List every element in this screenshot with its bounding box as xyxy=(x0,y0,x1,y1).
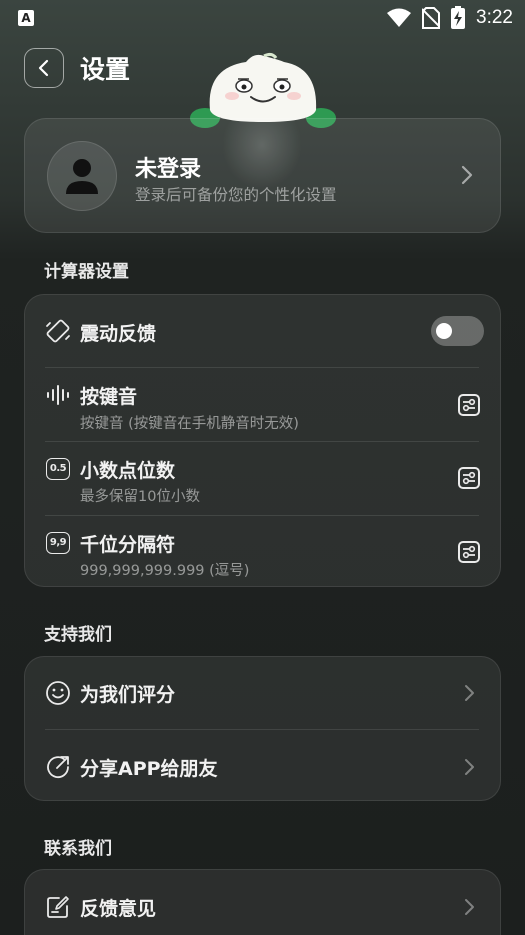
toggle-knob xyxy=(436,323,452,339)
sliders-settings-icon[interactable] xyxy=(458,467,480,489)
status-time: 3:22 xyxy=(476,7,513,28)
separator-icon: 9,9 xyxy=(43,528,73,558)
chevron-right-icon xyxy=(465,759,474,775)
back-button[interactable] xyxy=(24,48,64,88)
profile-name: 未登录 xyxy=(135,157,202,182)
key-sound-subtitle: 按键音 (按键音在手机静音时无效) xyxy=(80,416,299,432)
header: 设置 xyxy=(24,48,130,88)
vibration-toggle[interactable] xyxy=(431,316,484,346)
rate-us-row[interactable]: 为我们评分 xyxy=(25,657,502,729)
thousands-separator-label: 千位分隔符 xyxy=(80,534,176,556)
setting-row-decimal-places[interactable]: 0.5 小数点位数 最多保留10位小数 xyxy=(25,442,502,515)
feedback-label: 反馈意见 xyxy=(80,898,157,920)
status-bar: A 3:22 xyxy=(0,0,525,36)
sliders-settings-icon[interactable] xyxy=(458,394,480,416)
feedback-edit-icon xyxy=(43,892,73,922)
share-icon xyxy=(43,752,73,782)
chevron-right-icon xyxy=(461,165,473,185)
battery-charging-icon xyxy=(451,6,466,29)
decimal-places-subtitle: 最多保留10位小数 xyxy=(80,489,200,505)
share-app-label: 分享APP给朋友 xyxy=(80,758,218,780)
vibration-label: 震动反馈 xyxy=(80,323,157,345)
decimal-icon: 0.5 xyxy=(43,454,73,484)
calculator-settings-card: 震动反馈 按键音 按键音 (按键音在手机静音时无效) 0.5 小数点位数 最多保… xyxy=(24,294,501,587)
setting-row-vibration[interactable]: 震动反馈 xyxy=(25,295,502,368)
rate-us-label: 为我们评分 xyxy=(80,684,176,706)
thousands-separator-subtitle: 999,999,999.999 (逗号) xyxy=(80,563,250,579)
status-indicators: 3:22 xyxy=(386,6,513,30)
user-icon xyxy=(66,159,98,194)
decimal-places-label: 小数点位数 xyxy=(80,460,176,482)
sound-wave-icon xyxy=(43,380,73,410)
profile-subtitle: 登录后可备份您的个性化设置 xyxy=(135,186,337,204)
section-title-support: 支持我们 xyxy=(44,625,112,645)
profile-card[interactable]: 未登录 登录后可备份您的个性化设置 xyxy=(24,118,501,233)
share-app-row[interactable]: 分享APP给朋友 xyxy=(25,730,502,802)
contact-card: 反馈意见 xyxy=(24,869,501,935)
setting-row-key-sound[interactable]: 按键音 按键音 (按键音在手机静音时无效) xyxy=(25,368,502,442)
chevron-left-icon xyxy=(38,59,49,77)
vibration-icon xyxy=(43,316,73,346)
chevron-right-icon xyxy=(465,685,474,701)
key-sound-label: 按键音 xyxy=(80,386,138,408)
support-card: 为我们评分 分享APP给朋友 xyxy=(24,656,501,801)
avatar xyxy=(47,141,117,211)
app-notification-icon: A xyxy=(18,10,34,26)
feedback-row[interactable]: 反馈意见 xyxy=(25,870,502,935)
setting-row-thousands-separator[interactable]: 9,9 千位分隔符 999,999,999.999 (逗号) xyxy=(25,516,502,588)
sliders-settings-icon[interactable] xyxy=(458,541,480,563)
smile-icon xyxy=(43,678,73,708)
page-title: 设置 xyxy=(80,55,131,84)
chevron-right-icon xyxy=(465,899,474,915)
section-title-calculator: 计算器设置 xyxy=(44,262,129,282)
section-title-contact: 联系我们 xyxy=(44,839,112,859)
no-sim-icon xyxy=(422,7,441,29)
wifi-icon xyxy=(387,8,412,27)
